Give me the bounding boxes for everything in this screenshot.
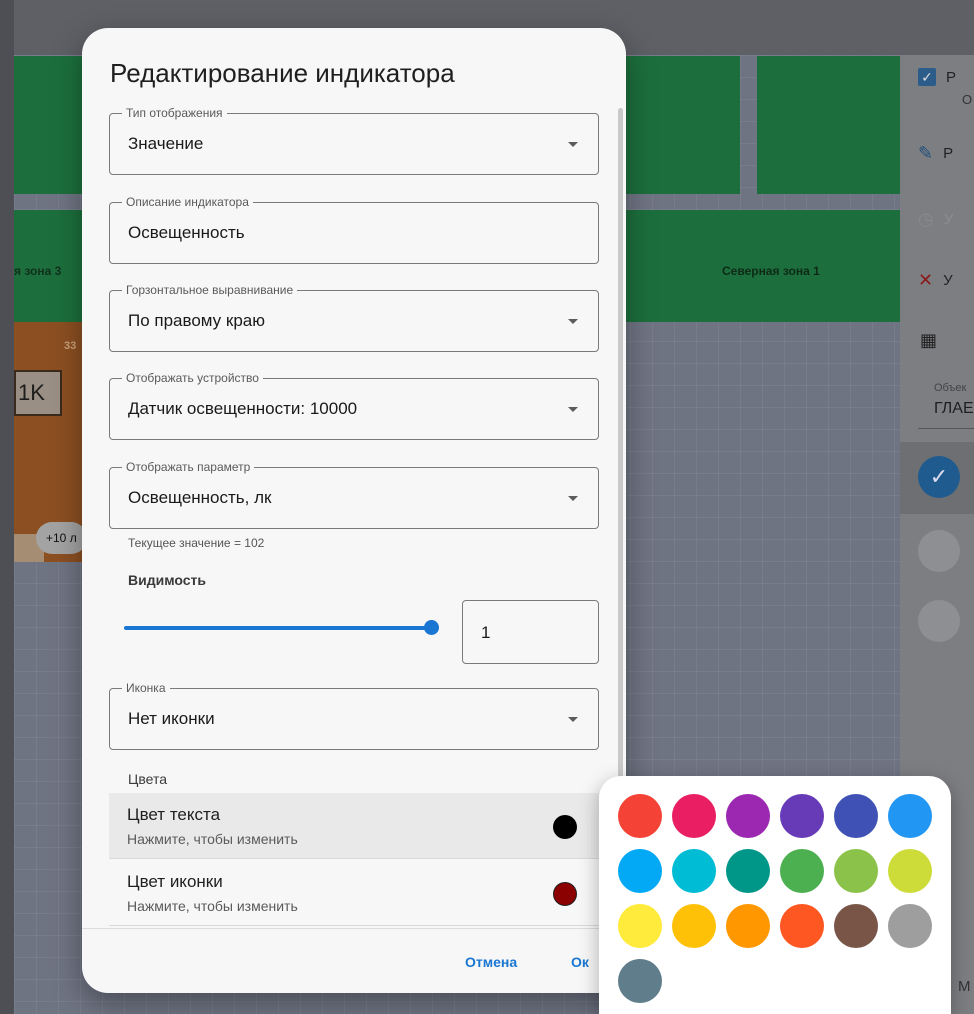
color-swatch[interactable] <box>780 904 824 948</box>
right-panel-item-delete[interactable]: ✕ У <box>918 270 953 291</box>
description-label: Описание индикатора <box>122 195 253 209</box>
dialog-title: Редактирование индикатора <box>110 58 455 88</box>
device-label: Отображать устройство <box>122 371 263 385</box>
icon-color-title: Цвет иконки <box>127 872 223 891</box>
right-panel-item-label: У <box>943 211 954 228</box>
color-swatch[interactable] <box>618 794 662 838</box>
edit-indicator-dialog: Редактирование индикатора Тип отображени… <box>82 28 626 993</box>
icon-color-swatch[interactable] <box>553 882 577 906</box>
icon-value: Нет иконки <box>128 709 215 728</box>
color-picker-popover <box>599 776 951 1014</box>
color-swatch[interactable] <box>672 849 716 893</box>
color-swatch[interactable] <box>672 794 716 838</box>
visibility-number-input[interactable]: 1 <box>462 600 599 664</box>
right-panel-item-checkbox[interactable]: ✓ Р <box>918 68 956 86</box>
right-panel-item-history[interactable]: ◷ У <box>918 209 953 230</box>
building-icon: ▦ <box>920 330 938 350</box>
visibility-slider-track[interactable] <box>124 626 432 630</box>
scrollbar[interactable] <box>618 108 623 808</box>
left-strip <box>0 0 14 1014</box>
text-color-subtitle: Нажмите, чтобы изменить <box>127 831 298 847</box>
parameter-value: Освещенность, лк <box>128 488 272 507</box>
dropdown-arrow-icon <box>568 407 578 412</box>
right-panel-item-title: Р <box>946 68 957 86</box>
display-type-label: Тип отображения <box>122 108 227 120</box>
cancel-button[interactable]: Отмена <box>465 954 517 970</box>
dropdown-arrow-icon <box>568 496 578 501</box>
dropdown-arrow-icon <box>568 717 578 722</box>
color-swatch[interactable] <box>618 904 662 948</box>
parameter-label: Отображать параметр <box>122 460 255 474</box>
color-swatch[interactable] <box>888 849 932 893</box>
avatar[interactable] <box>918 600 960 642</box>
color-swatch[interactable] <box>834 904 878 948</box>
pencil-icon: ✎ <box>918 143 934 163</box>
text-color-title: Цвет текста <box>127 805 221 824</box>
dropdown-arrow-icon <box>568 142 578 147</box>
dialog-content[interactable]: Тип отображения Значение Описание индика… <box>82 108 626 928</box>
visibility-slider-thumb[interactable] <box>424 620 439 635</box>
zone-block[interactable] <box>757 56 900 194</box>
color-swatch[interactable] <box>618 959 662 1003</box>
colors-section-label: Цвета <box>128 771 167 787</box>
color-swatch[interactable] <box>834 794 878 838</box>
zone-label: я зона 3 <box>14 264 62 278</box>
clock-icon: ◷ <box>918 209 934 229</box>
avatar[interactable] <box>918 530 960 572</box>
color-swatch[interactable] <box>618 849 662 893</box>
icon-color-subtitle: Нажмите, чтобы изменить <box>127 898 298 914</box>
color-swatch[interactable] <box>780 849 824 893</box>
description-field[interactable]: Описание индикатора Освещенность <box>109 195 599 264</box>
alignment-label: Горзонтальное выравнивание <box>122 283 298 297</box>
display-type-select[interactable]: Тип отображения Значение <box>109 108 599 175</box>
room-tag: 1K <box>14 370 62 416</box>
color-swatch[interactable] <box>726 904 770 948</box>
zone-label: Северная зона 1 <box>722 264 820 278</box>
device-select[interactable]: Отображать устройство Датчик освещенност… <box>109 371 599 440</box>
object-underline <box>918 428 974 429</box>
color-swatch[interactable] <box>672 904 716 948</box>
icon-select[interactable]: Иконка Нет иконки <box>109 681 599 750</box>
checkbox-icon: ✓ <box>918 68 936 86</box>
right-panel-item-sub: О <box>962 92 973 107</box>
color-swatch[interactable] <box>726 794 770 838</box>
right-panel-item-label: Р <box>943 145 954 162</box>
ok-button[interactable]: Ок <box>571 954 589 970</box>
room-chip[interactable]: +10 л <box>36 522 87 554</box>
parameter-select[interactable]: Отображать параметр Освещенность, лк <box>109 460 599 529</box>
text-color-swatch[interactable] <box>553 815 577 839</box>
bottom-text: М <box>958 978 971 995</box>
object-label: Объек <box>934 382 967 394</box>
device-value: Датчик освещенности: 10000 <box>128 399 358 418</box>
visibility-label: Видимость <box>128 572 206 588</box>
color-swatch[interactable] <box>780 794 824 838</box>
description-value: Освещенность <box>128 223 245 242</box>
visibility-value: 1 <box>481 623 491 642</box>
alignment-select[interactable]: Горзонтальное выравнивание По правому кр… <box>109 283 599 352</box>
right-panel-item-label: У <box>943 272 953 289</box>
color-swatch[interactable] <box>726 849 770 893</box>
check-circle-icon[interactable]: ✓ <box>918 456 960 498</box>
text-color-row[interactable]: Цвет текста Нажмите, чтобы изменить <box>109 793 599 859</box>
object-value[interactable]: ГЛАЕ <box>934 400 974 418</box>
right-panel-item-edit[interactable]: ✎ Р <box>918 143 953 164</box>
room-number: 33 <box>64 340 77 352</box>
color-swatch[interactable] <box>834 849 878 893</box>
icon-color-row[interactable]: Цвет иконки Нажмите, чтобы изменить <box>109 860 599 926</box>
parameter-helper-text: Текущее значение = 102 <box>128 536 265 550</box>
color-swatch[interactable] <box>888 904 932 948</box>
alignment-value: По правому краю <box>128 311 266 330</box>
dropdown-arrow-icon <box>568 319 578 324</box>
close-icon: ✕ <box>918 270 934 290</box>
display-type-value: Значение <box>128 134 204 153</box>
icon-label: Иконка <box>122 681 170 695</box>
dialog-actions: Отмена Ок <box>82 928 626 993</box>
color-swatch[interactable] <box>888 794 932 838</box>
